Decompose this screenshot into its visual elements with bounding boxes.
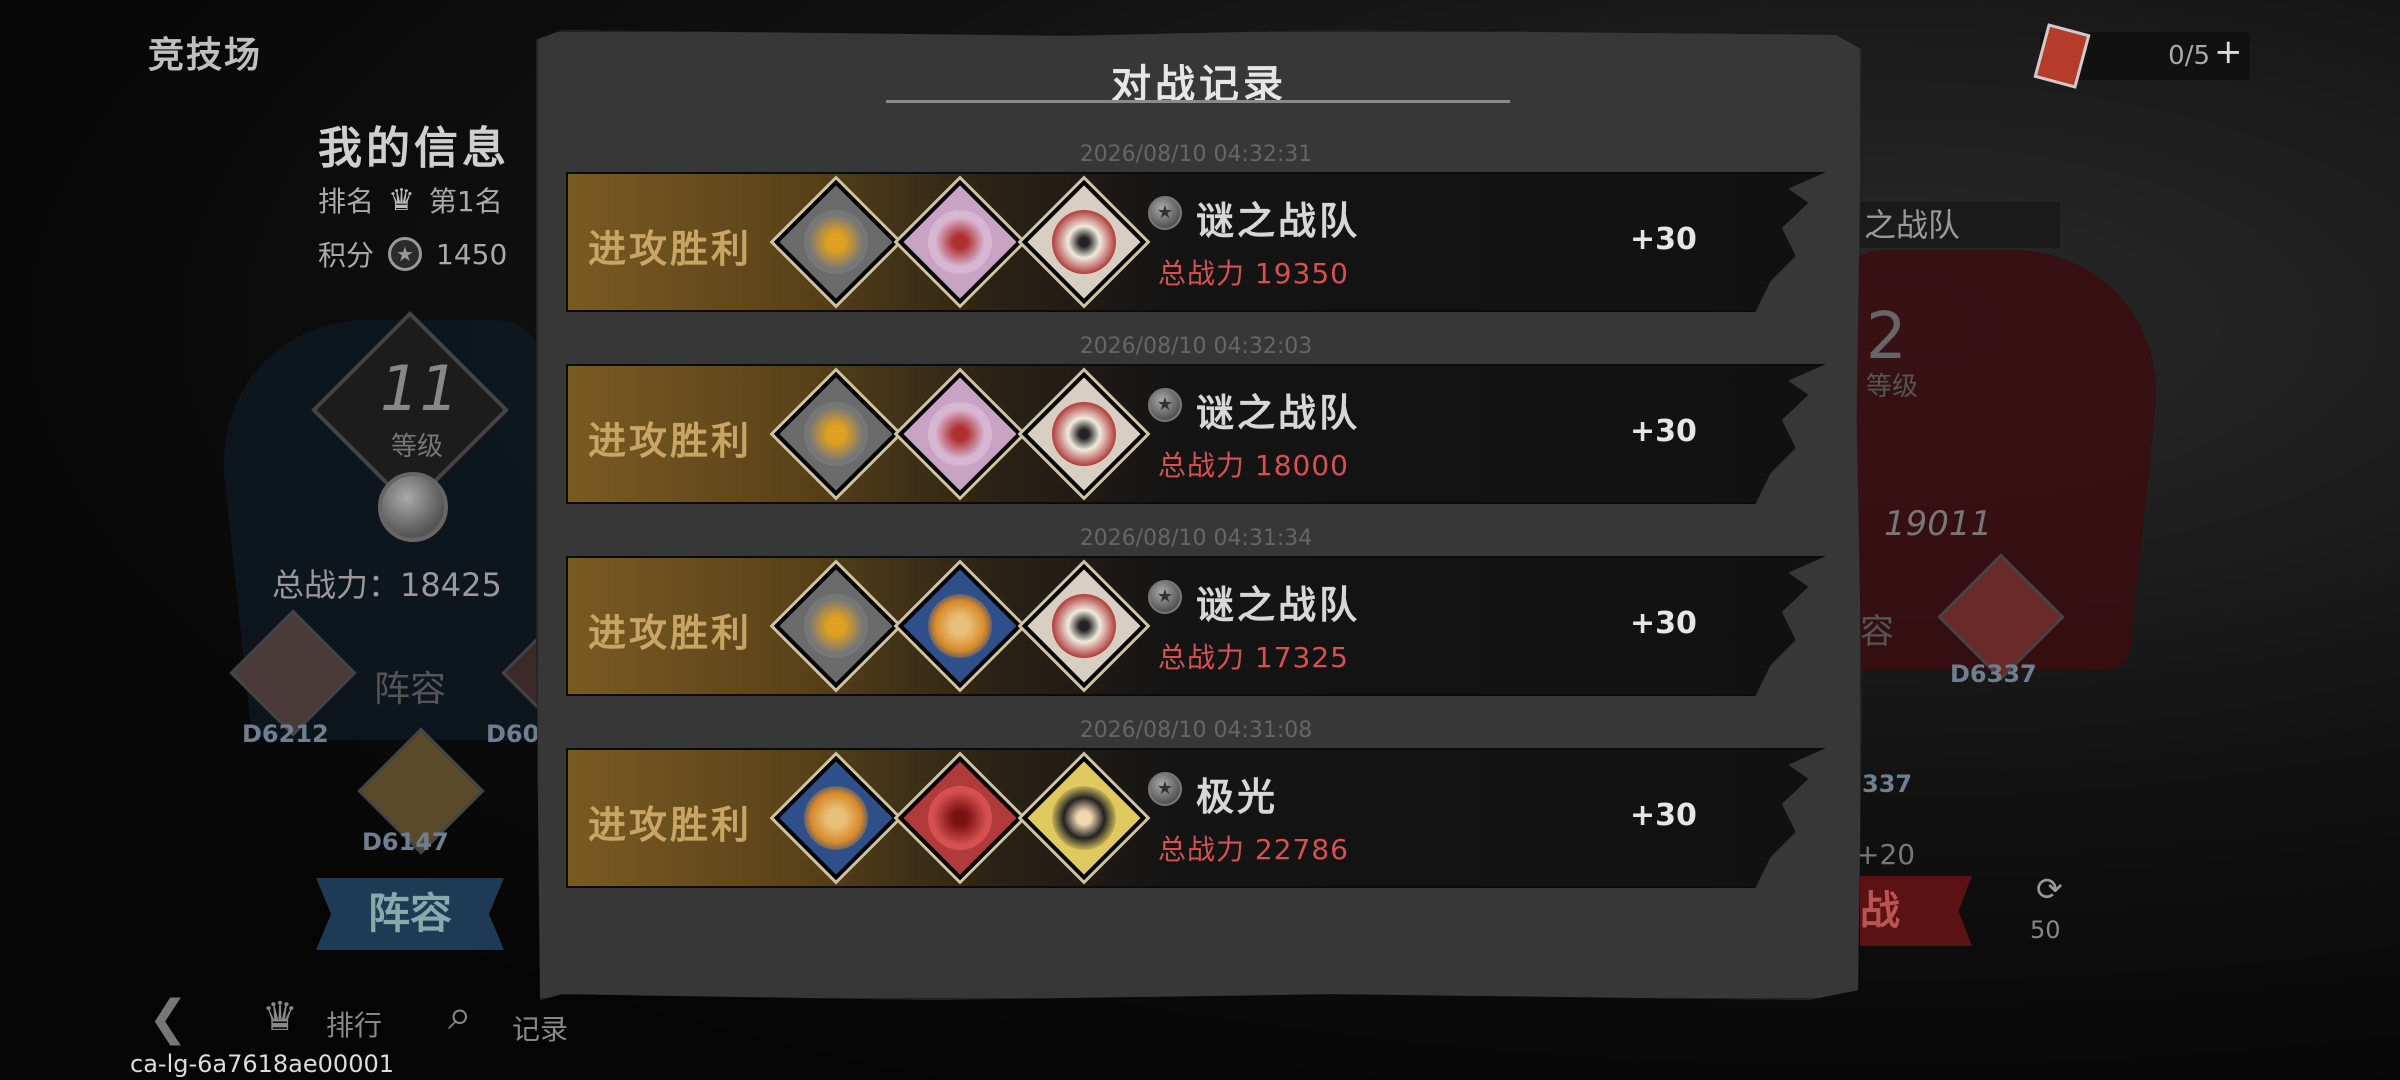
- record-result: 进攻胜利: [588, 419, 753, 463]
- opponent-hero-label-1: D6337: [1950, 660, 2037, 688]
- refresh-icon[interactable]: ⟳: [2036, 870, 2063, 908]
- my-info-title: 我的信息: [318, 123, 510, 174]
- record-power: 总战力 19350: [1158, 257, 1349, 290]
- my-total-power: 总战力：18425: [272, 566, 502, 604]
- opponent-level: 2: [1866, 300, 1907, 374]
- score-row: 积分 ★ 1450: [318, 234, 507, 274]
- battle-record-2[interactable]: 2026/08/10 04:32:03 进攻胜利 ★ 谜之战队 总战力 1800…: [566, 334, 1826, 504]
- rank-nav-label[interactable]: 排行: [326, 1004, 382, 1044]
- team-badge-icon: ★: [1148, 388, 1182, 422]
- rank-medal-icon: [378, 472, 448, 542]
- rank-row: 排名 ♛ 第1名: [318, 180, 503, 220]
- title-divider: [886, 100, 1510, 103]
- star-icon: ★: [388, 237, 423, 271]
- record-power: 总战力 17325: [1158, 641, 1349, 674]
- battle-record-4[interactable]: 2026/08/10 04:31:08 进攻胜利 ★ 极光 总战力 22786 …: [566, 718, 1826, 888]
- battle-record-3[interactable]: 2026/08/10 04:31:34 进攻胜利 ★ 谜之战队 总战力 1732…: [566, 526, 1826, 696]
- record-team-name: 谜之战队: [1196, 391, 1361, 435]
- rank-value: 第1名: [428, 185, 503, 218]
- my-hero-label-2: D60: [486, 720, 540, 748]
- record-points: +30: [1630, 222, 1697, 257]
- record-time: 2026/08/10 04:32:31: [1079, 142, 1313, 167]
- add-ticket-button[interactable]: +: [2214, 32, 2243, 72]
- fight-button[interactable]: 战: [1860, 876, 1972, 946]
- rank-label: 排名: [318, 185, 375, 218]
- opponent-total-power: 19011: [1884, 504, 1993, 544]
- team-badge-icon: ★: [1148, 196, 1182, 230]
- opponent-team-name: 之战队: [1860, 202, 2060, 248]
- record-points: +30: [1630, 798, 1697, 833]
- team-badge-icon: ★: [1148, 772, 1182, 806]
- battle-record-modal: 对战记录 2026/08/10 04:32:31 进攻胜利 ★ 谜之战队 总战力…: [536, 30, 1862, 1000]
- crown-rank-icon[interactable]: ♛: [262, 994, 298, 1040]
- record-points: +30: [1630, 606, 1697, 641]
- arena-title: 竞技场: [148, 35, 263, 76]
- my-level-label: 等级: [390, 432, 443, 462]
- score-value: 1450: [436, 237, 508, 271]
- opponent-lineup-text: 容: [1860, 612, 1894, 652]
- record-result: 进攻胜利: [588, 227, 753, 271]
- crown-icon: ♛: [388, 182, 415, 218]
- record-search-icon[interactable]: ⌕: [448, 990, 472, 1040]
- refresh-cost: 50: [2030, 916, 2061, 944]
- record-time: 2026/08/10 04:32:03: [1079, 334, 1313, 359]
- record-power: 总战力 22786: [1158, 833, 1349, 866]
- record-team-name: 极光: [1196, 775, 1279, 819]
- record-team-name: 谜之战队: [1196, 199, 1361, 243]
- opponent-points: +20: [1856, 838, 1916, 871]
- team-badge-icon: ★: [1148, 580, 1182, 614]
- opponent-level-label: 等级: [1866, 372, 1919, 402]
- record-result: 进攻胜利: [588, 611, 753, 655]
- lineup-text: 阵容: [374, 669, 447, 710]
- record-team-name: 谜之战队: [1196, 583, 1361, 627]
- lineup-button[interactable]: 阵容: [316, 878, 504, 950]
- record-power: 总战力 18000: [1158, 449, 1349, 482]
- record-time: 2026/08/10 04:31:34: [1079, 526, 1313, 551]
- score-label: 积分: [318, 239, 375, 272]
- back-arrow-icon[interactable]: ❮: [148, 990, 188, 1046]
- record-result: 进攻胜利: [588, 803, 753, 847]
- my-hero-label-3: D6147: [362, 828, 449, 856]
- record-nav-label[interactable]: 记录: [512, 1008, 568, 1048]
- my-hero-label-1: D6212: [242, 720, 329, 748]
- record-time: 2026/08/10 04:31:08: [1079, 718, 1313, 743]
- opponent-hero-label-2: 337: [1862, 770, 1913, 798]
- device-id: ca-lg-6a7618ae00001: [130, 1050, 394, 1078]
- battle-record-1[interactable]: 2026/08/10 04:32:31 进攻胜利 ★ 谜之战队 总战力 1935…: [566, 142, 1826, 312]
- record-points: +30: [1630, 414, 1697, 449]
- my-level: 11: [380, 352, 459, 425]
